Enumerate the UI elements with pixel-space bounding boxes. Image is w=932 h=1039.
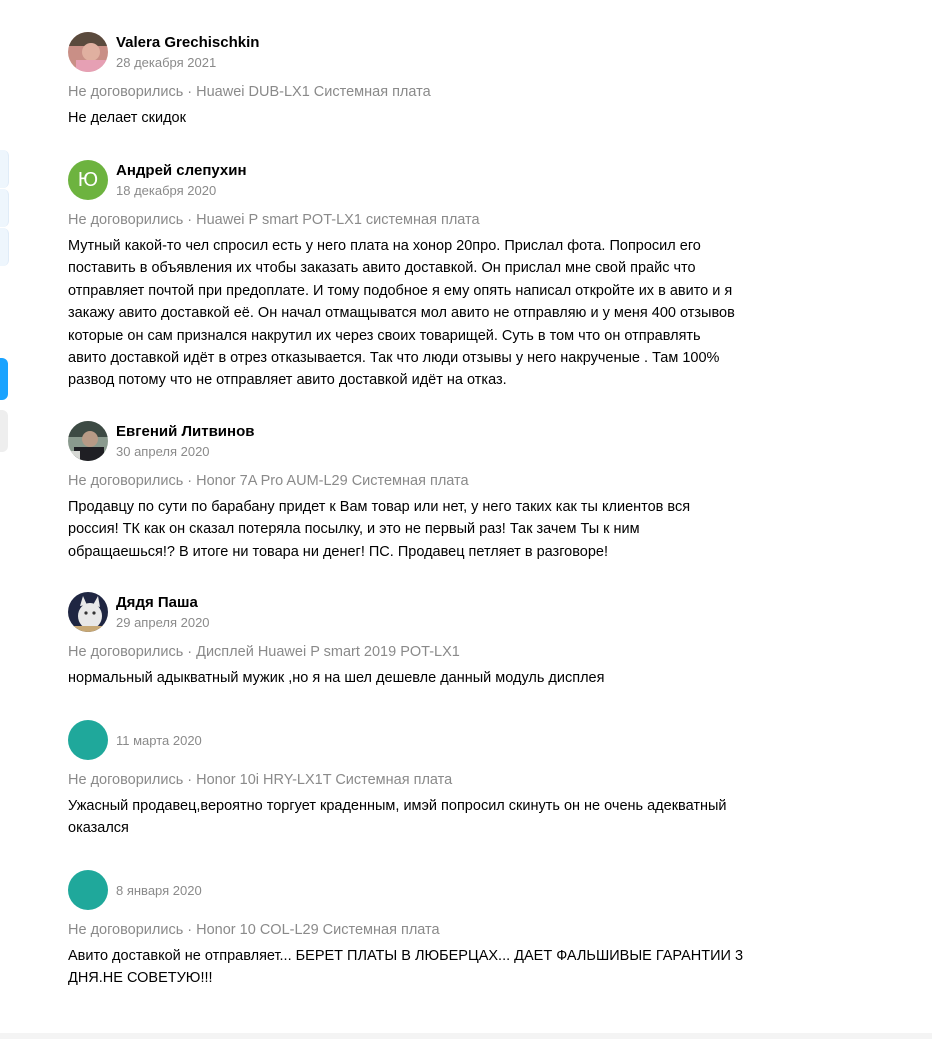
review-text-line: оказался [68,820,129,837]
review-item: 8 января 2020 Не договорились · Honor 10… [68,870,798,990]
review-date: 8 января 2020 [116,883,202,898]
review-header: 11 марта 2020 [68,720,798,762]
review-text-line: Авито доставкой не отправляет... БЕРЕТ П… [68,948,744,964]
avatar-photo-icon [68,421,108,461]
review-date: 11 марта 2020 [116,733,202,748]
review-item: Valera Grechischkin 28 декабря 2021 Не д… [68,32,798,129]
review-text: нормальный адыкватный мужик ,но я на шел… [68,667,798,689]
review-text: Мутный какой-то чел спросил есть у него … [68,235,798,392]
review-deal-info: Не договорились · Honor 10i HRY-LX1T Сис… [68,772,453,788]
avatar[interactable] [68,870,108,910]
review-header: Ю Андрей слепухин 18 декабря 2020 [68,160,798,202]
review-header: Valera Grechischkin 28 декабря 2021 [68,32,798,74]
review-item: Ю Андрей слепухин 18 декабря 2020 Не дог… [68,160,798,392]
side-action-button[interactable] [0,358,8,400]
review-text: Ужасный продавец,вероятно торгует краден… [68,795,798,840]
review-date: 28 декабря 2021 [116,55,217,70]
side-widget-2[interactable] [0,189,9,227]
side-widget-1[interactable] [0,150,9,188]
review-text: Не делает скидок [68,107,798,129]
review-text-line: Продавцу по сути по барабану придет к Ва… [68,499,691,515]
side-widget-3[interactable] [0,228,9,266]
review-deal-info: Не договорились · Huawei DUB-LX1 Системн… [68,84,431,100]
avatar[interactable] [68,720,108,760]
review-header: 8 января 2020 [68,870,798,912]
review-text-line: ДНЯ.НЕ СОВЕТУЮ!!! [68,970,213,987]
review-item: Евгений Литвинов 30 апреля 2020 Не догов… [68,421,798,563]
review-text-line: Ужасный продавец,вероятно торгует краден… [68,798,727,814]
review-date: 18 декабря 2020 [116,183,217,198]
review-text-line: которые он сам признался накрутил их чер… [68,327,701,344]
review-header: Евгений Литвинов 30 апреля 2020 [68,421,798,463]
review-text-line: Мутный какой-то чел спросил есть у него … [68,238,701,254]
review-text-line: поставить в объявления их чтобы заказать… [68,260,696,277]
author-name[interactable]: Valera Grechischkin [116,34,259,52]
avatar[interactable] [68,32,108,72]
review-deal-info: Не договорились · Honor 10 COL-L29 Систе… [68,922,440,938]
review-item: 11 марта 2020 Не договорились · Honor 10… [68,720,798,840]
review-text-line: нормальный адыкватный мужик ,но я на шел… [68,670,605,686]
review-date: 30 апреля 2020 [116,444,210,459]
author-name[interactable]: Дядя Паша [116,594,198,612]
avatar[interactable]: Ю [68,160,108,200]
avatar-photo-icon [68,32,108,72]
review-deal-info: Не договорились · Дисплей Huawei P smart… [68,644,460,660]
review-text-line: развод потому что не отправляет авито до… [68,372,507,389]
page-bottom-divider [0,1033,932,1039]
side-secondary-button[interactable] [0,410,8,452]
review-text-line: авито доставкой идёт в отрез отказываетс… [68,350,720,367]
avatar[interactable] [68,592,108,632]
avatar-cat-photo-icon [68,592,108,632]
review-text-line: закажу авито доставкой её. Он начал отма… [68,305,735,322]
review-text-line: обращаешься!? В итоге ни товара ни денег… [68,543,608,560]
review-text: Авито доставкой не отправляет... БЕРЕТ П… [68,945,798,990]
review-header: Дядя Паша 29 апреля 2020 [68,592,798,634]
review-deal-info: Не договорились · Huawei P smart POT-LX1… [68,212,480,228]
review-deal-info: Не договорились · Honor 7A Pro AUM-L29 С… [68,473,469,489]
review-item: Дядя Паша 29 апреля 2020 Не договорились… [68,592,798,689]
review-text-line: Не делает скидок [68,110,186,126]
author-name[interactable]: Андрей слепухин [116,162,247,180]
review-text-line: отправляет почтой при предоплате. И тому… [68,282,733,299]
review-date: 29 апреля 2020 [116,615,210,630]
author-name[interactable]: Евгений Литвинов [116,423,254,441]
avatar[interactable] [68,421,108,461]
review-text: Продавцу по сути по барабану придет к Ва… [68,496,798,563]
review-text-line: россия! ТК как он сказал потеряла посылк… [68,521,640,538]
